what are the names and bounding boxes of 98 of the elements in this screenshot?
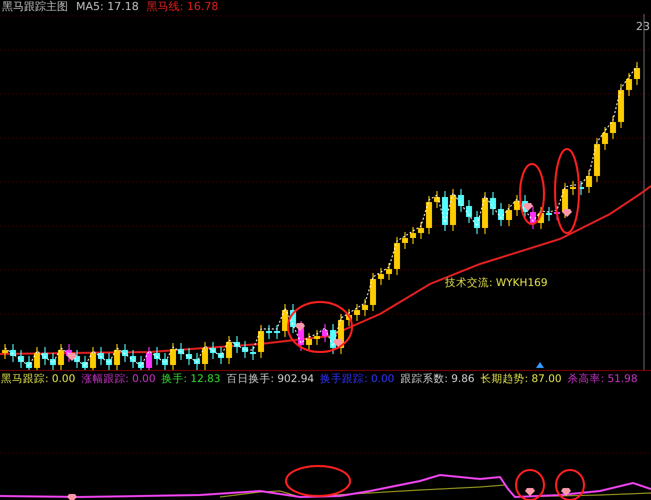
candlestick [514, 194, 520, 216]
candlestick [154, 346, 160, 366]
candlestick [498, 202, 504, 226]
diamond-marker-icon [561, 488, 571, 496]
candlestick [450, 188, 456, 232]
candlestick [250, 346, 256, 360]
candlestick [258, 324, 264, 358]
peak-price-label: 23 [636, 20, 650, 33]
header-label: 黑马跟踪主图 [2, 0, 68, 14]
candlestick [306, 332, 312, 352]
candlestick [234, 336, 240, 354]
candlestick [170, 342, 176, 370]
candlestick [26, 356, 32, 370]
diamond-marker-icon [67, 494, 77, 500]
candlestick [242, 340, 248, 358]
candlestick [634, 62, 640, 86]
candlestick [42, 346, 48, 366]
diamond-marker-icon [67, 353, 77, 361]
candlestick [322, 324, 328, 342]
candlestick [282, 304, 288, 338]
diamond-marker-icon [333, 339, 343, 347]
candlestick [442, 190, 448, 232]
candlestick [410, 226, 416, 244]
candlestick [274, 324, 280, 340]
candlestick [458, 188, 464, 212]
header-label: MA5: 17.18 [76, 0, 139, 14]
candlestick [618, 84, 624, 128]
candlestick [82, 356, 88, 370]
candlestick [266, 324, 272, 340]
candlestick [106, 352, 112, 370]
indicator-readout: 黑马跟踪: 0.00 [1, 372, 76, 387]
candlestick [138, 356, 144, 370]
candlestick [50, 352, 56, 370]
candlestick [586, 170, 592, 194]
candlestick [386, 262, 392, 280]
candlestick [474, 210, 480, 234]
candlestick [162, 352, 168, 370]
candlestick [18, 350, 24, 368]
candlestick [402, 232, 408, 250]
candlestick [362, 298, 368, 316]
candlestick [610, 116, 616, 140]
candlestick [546, 206, 552, 222]
highlight-ellipse [287, 301, 353, 353]
candlestick [2, 344, 8, 360]
indicator-readout: 长期趋势: 87.00 [480, 372, 562, 387]
candlestick [10, 344, 16, 362]
diamond-marker-icon [525, 488, 535, 496]
indicator-readout: 跟踪系数: 9.86 [400, 372, 475, 387]
annotation-text: 技术交流: WYKH169 [445, 277, 548, 289]
diamond-marker-icon [295, 323, 305, 331]
indicator-readout: 涨幅跟踪: 0.00 [81, 372, 156, 387]
highlight-ellipse [285, 465, 351, 497]
arrow-up-icon [536, 362, 544, 368]
candlestick [186, 348, 192, 366]
candlestick [466, 200, 472, 224]
candlestick [194, 352, 200, 370]
indicator-readout: 换手: 12.83 [162, 372, 220, 387]
candlestick [34, 346, 40, 370]
candlestick [434, 190, 440, 208]
candlestick [210, 342, 216, 360]
candlestick [378, 268, 384, 286]
candlestick [346, 308, 352, 326]
candlestick [418, 222, 424, 240]
candlestick [314, 330, 320, 346]
header-label: 黑马线: 16.78 [146, 0, 218, 14]
candlestick [426, 196, 432, 234]
indicator-readout: 百日换手: 902.94 [226, 372, 314, 387]
candlestick [506, 204, 512, 226]
candlestick [490, 192, 496, 216]
candlestick [394, 236, 400, 276]
highlight-ellipse [519, 163, 545, 225]
indicator-readout: 杀高率: 51.98 [568, 372, 638, 387]
diamond-marker-icon [523, 203, 533, 211]
candlestick [146, 346, 152, 370]
candlestick [602, 126, 608, 150]
candlestick [114, 344, 120, 370]
candlestick [130, 350, 136, 368]
diamond-marker-icon [562, 209, 572, 217]
candlestick [354, 304, 360, 322]
candlestick [554, 206, 560, 220]
candlestick [626, 72, 632, 96]
indicator-readout: 换手跟踪: 0.00 [320, 372, 394, 387]
candlestick [98, 346, 104, 366]
candlestick [58, 344, 64, 370]
candlestick [330, 324, 336, 354]
candlestick [202, 342, 208, 370]
candlestick [538, 206, 544, 230]
candlestick [370, 272, 376, 312]
candlestick [578, 180, 584, 196]
candlestick [594, 138, 600, 182]
candlestick [178, 342, 184, 360]
candlestick [218, 346, 224, 364]
candlestick [122, 344, 128, 362]
candlestick [482, 192, 488, 234]
candlestick [226, 336, 232, 364]
candlestick [90, 346, 96, 370]
candlestick [290, 304, 296, 334]
candlestick [570, 180, 576, 196]
